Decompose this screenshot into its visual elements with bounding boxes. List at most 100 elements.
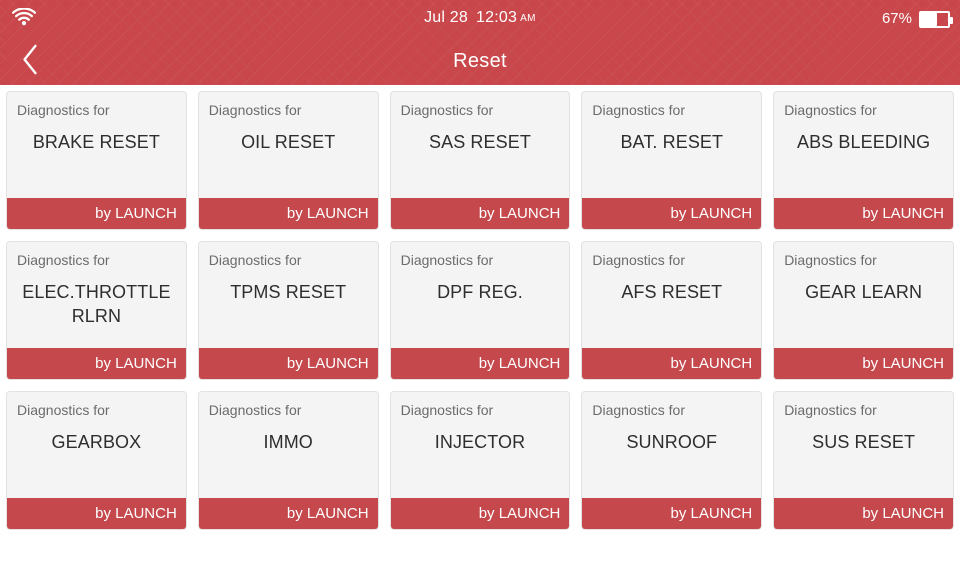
title-bar: Reset — [0, 38, 960, 85]
card-sublabel: Diagnostics for — [592, 102, 685, 118]
app-screen: Jul 28 12:03 AM 67% Reset Diagnostics fo… — [0, 0, 960, 563]
battery-fill — [921, 12, 937, 26]
card-footer-label: by LAUNCH — [862, 354, 944, 372]
card-title: OIL RESET — [241, 132, 336, 152]
card-title: ABS BLEEDING — [796, 132, 931, 152]
card-title: INJECTOR — [434, 432, 526, 452]
battery-icon — [919, 10, 953, 28]
card-body: Diagnostics for SUS RESET — [774, 392, 953, 498]
card-title: SUNROOF — [626, 432, 718, 452]
card-body: Diagnostics for BAT. RESET — [582, 92, 761, 198]
card-footer-label: by LAUNCH — [286, 504, 369, 522]
card-footer-label: by LAUNCH — [95, 504, 177, 522]
reset-function-card[interactable]: Diagnostics for GEARBOX by LAUNCH — [6, 391, 187, 530]
card-footer: by LAUNCH — [582, 198, 762, 229]
card-footer-label: by LAUNCH — [670, 354, 753, 372]
reset-function-card[interactable]: Diagnostics for DPF REG. by LAUNCH — [389, 241, 571, 380]
reset-function-card[interactable]: Diagnostics for TPMS RESET by LAUNCH — [197, 241, 379, 380]
card-body: Diagnostics for SUNROOF — [582, 392, 761, 498]
card-sublabel: Diagnostics for — [784, 252, 877, 268]
reset-function-card[interactable]: Diagnostics for BRAKE RESET by LAUNCH — [6, 91, 187, 230]
status-bar: Jul 28 12:03 AM 67% — [0, 0, 960, 38]
card-footer: by LAUNCH — [582, 498, 762, 529]
reset-function-card[interactable]: Diagnostics for INJECTOR by LAUNCH — [389, 391, 571, 530]
card-footer: by LAUNCH — [774, 498, 953, 529]
status-time-value: 12:03 — [476, 9, 518, 26]
card-sublabel: Diagnostics for — [400, 102, 494, 118]
card-title: SUS RESET — [812, 432, 916, 452]
card-footer: by LAUNCH — [7, 498, 186, 529]
card-body: Diagnostics for DPF REG. — [391, 242, 570, 348]
card-footer-label: by LAUNCH — [478, 354, 561, 372]
card-title: DPF REG. — [437, 282, 523, 302]
card-sublabel: Diagnostics for — [400, 252, 494, 268]
card-sublabel: Diagnostics for — [17, 252, 110, 268]
card-footer-label: by LAUNCH — [862, 204, 944, 222]
reset-function-card[interactable]: Diagnostics for AFS RESET by LAUNCH — [581, 241, 763, 380]
card-sublabel: Diagnostics for — [592, 402, 685, 418]
card-footer: by LAUNCH — [390, 198, 570, 229]
card-footer-label: by LAUNCH — [95, 354, 177, 372]
reset-function-card[interactable]: Diagnostics for IMMO by LAUNCH — [197, 391, 379, 530]
card-footer-label: by LAUNCH — [478, 504, 561, 522]
card-title: SAS RESET — [429, 132, 531, 152]
card-body: Diagnostics for GEAR LEARN — [774, 242, 953, 348]
card-sublabel: Diagnostics for — [592, 252, 685, 268]
card-footer-label: by LAUNCH — [95, 204, 177, 222]
card-sublabel: Diagnostics for — [208, 102, 302, 118]
card-footer: by LAUNCH — [7, 198, 186, 229]
card-sublabel: Diagnostics for — [784, 102, 877, 118]
status-date: Jul 28 — [424, 9, 469, 26]
card-sublabel: Diagnostics for — [400, 402, 494, 418]
reset-function-card[interactable]: Diagnostics for GEAR LEARN by LAUNCH — [773, 241, 954, 380]
card-body: Diagnostics for BRAKE RESET — [7, 92, 186, 198]
card-footer-label: by LAUNCH — [286, 354, 369, 372]
reset-function-card[interactable]: Diagnostics for ELEC.THROTTLE RLRN by LAUN… — [6, 241, 187, 380]
card-title: TPMS RESET — [230, 282, 347, 302]
card-footer-label: by LAUNCH — [670, 204, 753, 222]
card-footer: by LAUNCH — [774, 198, 953, 229]
card-sublabel: Diagnostics for — [784, 402, 877, 418]
battery-percent-label: 67% — [881, 10, 912, 27]
status-datetime: Jul 28 12:03 AM — [0, 8, 960, 30]
card-title: AFS RESET — [621, 282, 723, 302]
card-title: GEARBOX — [51, 432, 142, 452]
card-sublabel: Diagnostics for — [208, 252, 302, 268]
card-footer-label: by LAUNCH — [478, 204, 561, 222]
reset-function-card[interactable]: Diagnostics for BAT. RESET by LAUNCH — [581, 91, 763, 230]
app-header: Jul 28 12:03 AM 67% Reset — [0, 0, 960, 85]
card-footer-label: by LAUNCH — [670, 504, 753, 522]
card-body: Diagnostics for TPMS RESET — [199, 242, 378, 348]
reset-function-card[interactable]: Diagnostics for OIL RESET by LAUNCH — [197, 91, 379, 230]
reset-function-card[interactable]: Diagnostics for ABS BLEEDING by LAUNCH — [773, 91, 954, 230]
reset-function-grid: Diagnostics for BRAKE RESET by LAUNCH Diagn… — [0, 85, 960, 563]
reset-function-card[interactable]: Diagnostics for SAS RESET by LAUNCH — [389, 91, 571, 230]
card-body: Diagnostics for OIL RESET — [199, 92, 378, 198]
card-footer: by LAUNCH — [774, 348, 953, 379]
card-title: IMMO — [263, 432, 313, 452]
battery-status: 67% — [881, 9, 953, 29]
card-body: Diagnostics for INJECTOR — [391, 392, 570, 498]
status-meridiem: AM — [520, 13, 536, 24]
card-footer: by LAUNCH — [7, 348, 186, 379]
card-footer: by LAUNCH — [390, 498, 570, 529]
card-body: Diagnostics for AFS RESET — [582, 242, 761, 348]
reset-function-card[interactable]: Diagnostics for SUNROOF by LAUNCH — [581, 391, 763, 530]
card-footer: by LAUNCH — [198, 348, 378, 379]
card-body: Diagnostics for IMMO — [199, 392, 378, 498]
card-sublabel: Diagnostics for — [17, 402, 110, 418]
card-title: BAT. RESET — [620, 132, 724, 152]
card-footer: by LAUNCH — [582, 348, 762, 379]
card-sublabel: Diagnostics for — [17, 102, 110, 118]
card-footer-label: by LAUNCH — [286, 204, 369, 222]
card-body: Diagnostics for GEARBOX — [7, 392, 186, 498]
card-title: ELEC.THROTTLE RLRN — [22, 282, 171, 326]
card-footer: by LAUNCH — [198, 498, 378, 529]
card-footer-label: by LAUNCH — [862, 504, 944, 522]
card-body: Diagnostics for ABS BLEEDING — [774, 92, 953, 198]
card-sublabel: Diagnostics for — [208, 402, 302, 418]
card-title: GEAR LEARN — [805, 282, 923, 302]
card-body: Diagnostics for ELEC.THROTTLE RLRN — [7, 242, 186, 348]
page-title: Reset — [453, 50, 507, 72]
reset-function-card[interactable]: Diagnostics for SUS RESET by LAUNCH — [773, 391, 954, 530]
